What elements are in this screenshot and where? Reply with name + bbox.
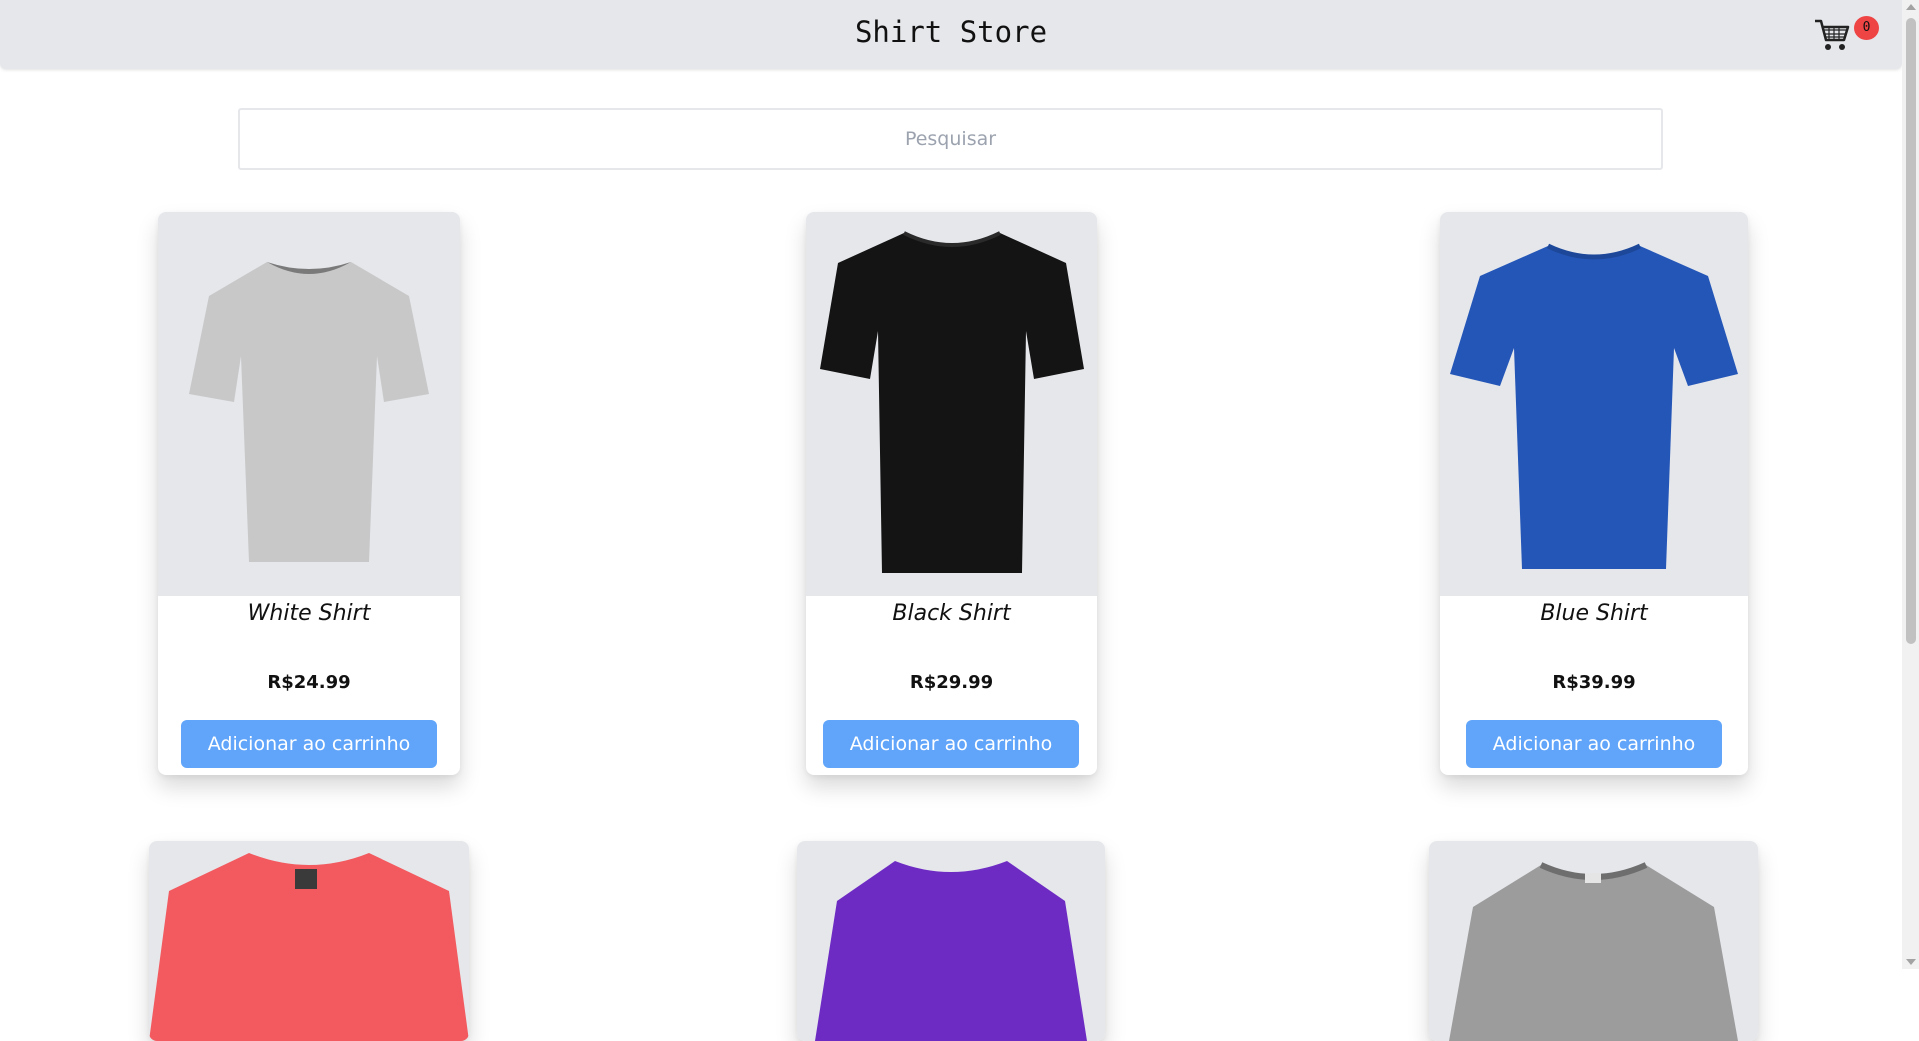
scrollbar-thumb[interactable] — [1906, 18, 1916, 644]
page-title: Shirt Store — [854, 15, 1048, 49]
tshirt-icon — [819, 231, 1084, 573]
shopping-cart-icon — [1815, 19, 1850, 50]
cart-count-badge: 0 — [1854, 16, 1879, 40]
search-input[interactable] — [238, 108, 1663, 170]
product-name: White Shirt — [247, 601, 371, 626]
product-name: Blue Shirt — [1540, 601, 1648, 626]
scrollbar[interactable] — [1902, 0, 1919, 969]
cart-button[interactable]: 0 — [1814, 14, 1879, 58]
product-card — [149, 841, 469, 1041]
add-to-cart-button[interactable]: Adicionar ao carrinho — [181, 720, 437, 768]
product-price: R$39.99 — [1552, 672, 1636, 693]
product-image[interactable] — [1429, 841, 1758, 1041]
product-image[interactable] — [158, 212, 460, 596]
product-image[interactable] — [149, 841, 469, 1041]
tshirt-icon — [1449, 862, 1738, 1041]
product-image[interactable] — [1440, 212, 1748, 596]
product-card: Black Shirt R$29.99 Adicionar ao carrinh… — [806, 212, 1097, 775]
product-image[interactable] — [806, 212, 1097, 596]
scroll-up-icon[interactable] — [1906, 4, 1916, 10]
add-to-cart-button[interactable]: Adicionar ao carrinho — [1466, 720, 1722, 768]
product-card: Blue Shirt R$39.99 Adicionar ao carrinho — [1440, 212, 1748, 775]
tshirt-icon — [149, 853, 469, 1041]
top-bar: Shirt Store 0 — [0, 0, 1902, 69]
product-name: Black Shirt — [892, 601, 1011, 626]
add-to-cart-button[interactable]: Adicionar ao carrinho — [823, 720, 1079, 768]
product-image[interactable] — [797, 841, 1105, 1041]
tshirt-icon — [189, 262, 429, 562]
tshirt-icon — [815, 861, 1087, 1041]
product-card — [1429, 841, 1758, 1041]
product-card: White Shirt R$24.99 Adicionar ao carrinh… — [158, 212, 460, 775]
product-card — [797, 841, 1105, 1041]
scroll-down-icon[interactable] — [1906, 959, 1916, 965]
product-price: R$29.99 — [909, 672, 994, 693]
product-price: R$24.99 — [267, 672, 351, 693]
tshirt-icon — [1450, 243, 1738, 569]
